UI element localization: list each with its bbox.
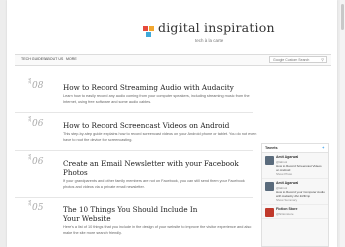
tweet-expand-link[interactable]: Show Summary (276, 198, 325, 203)
nav-item-tech-guides[interactable]: Tech Guides (21, 57, 46, 61)
post-excerpt: Learn how to easily record any audio com… (63, 94, 250, 104)
page: digital inspiration tech à la carte Tech… (7, 0, 337, 247)
post-divider (15, 150, 253, 151)
post-title-link[interactable]: The 10 Things You Should Include In Your… (63, 205, 213, 223)
tweet-text: How to Record Screencast Videos on Andro… (276, 163, 322, 172)
logo-square-red (143, 26, 148, 31)
post-date-day: 05 (32, 203, 44, 213)
post-excerpt: This step-by-step guide explains how to … (63, 132, 257, 142)
post-date-day: 06 (32, 119, 44, 129)
tweets-widget-header: Tweets ✦ (262, 144, 328, 153)
nav-item-more[interactable]: More (66, 57, 77, 61)
post-title-link[interactable]: Create an Email Newsletter with your Fac… (63, 159, 253, 177)
post-excerpt: Here's a list of 10 things that you incl… (63, 225, 252, 235)
logo-tagline: tech à la carte (195, 38, 224, 43)
post-excerpt: If your grandparents and other family me… (63, 179, 245, 189)
tweet-avatar[interactable] (265, 156, 274, 165)
tweet-author-handle[interactable]: @fictionstore (276, 212, 325, 216)
tweet-text: How to Record your Computer Audio with A… (276, 189, 325, 198)
page-scrollbar[interactable] (340, 0, 345, 247)
site-logo[interactable]: digital inspiration tech à la carte (143, 20, 275, 50)
twitter-bird-icon[interactable]: ✦ (322, 145, 325, 150)
search-icon[interactable]: ⚲ (321, 57, 324, 62)
logo-square-blue (146, 32, 151, 37)
tweet-avatar[interactable] (265, 182, 274, 191)
tweets-widget-title: Tweets (265, 146, 278, 150)
post-divider (15, 197, 253, 198)
tweet-expand-link[interactable]: Show Photo (276, 172, 325, 177)
post-title-link[interactable]: How to Record Streaming Audio with Audac… (63, 83, 263, 92)
scrollbar-thumb[interactable] (341, 4, 344, 30)
tweet-avatar[interactable] (265, 208, 274, 217)
logo-title: digital inspiration (158, 20, 275, 35)
tweets-widget: Tweets ✦ Amit Agarwal @labnol How to Rec… (261, 143, 329, 247)
main-navigation: Tech Guides About Us More ⚲ (15, 54, 331, 66)
post-title-link[interactable]: How to Record Screencast Videos on Andro… (63, 121, 263, 130)
nav-item-about-us[interactable]: About Us (45, 57, 63, 61)
tweet-item[interactable]: Fiction Store @fictionstore (262, 205, 328, 219)
tweet-item[interactable]: Amit Agarwal @labnol How to Record Scree… (262, 153, 328, 179)
post-date-day: 08 (32, 81, 44, 91)
post-divider (15, 112, 253, 113)
logo-square-orange (149, 26, 154, 31)
tweet-item[interactable]: Amit Agarwal @labnol How to Record your … (262, 179, 328, 205)
search-input[interactable] (270, 57, 317, 62)
search-box: ⚲ (269, 56, 327, 63)
post-date-day: 06 (32, 157, 44, 167)
